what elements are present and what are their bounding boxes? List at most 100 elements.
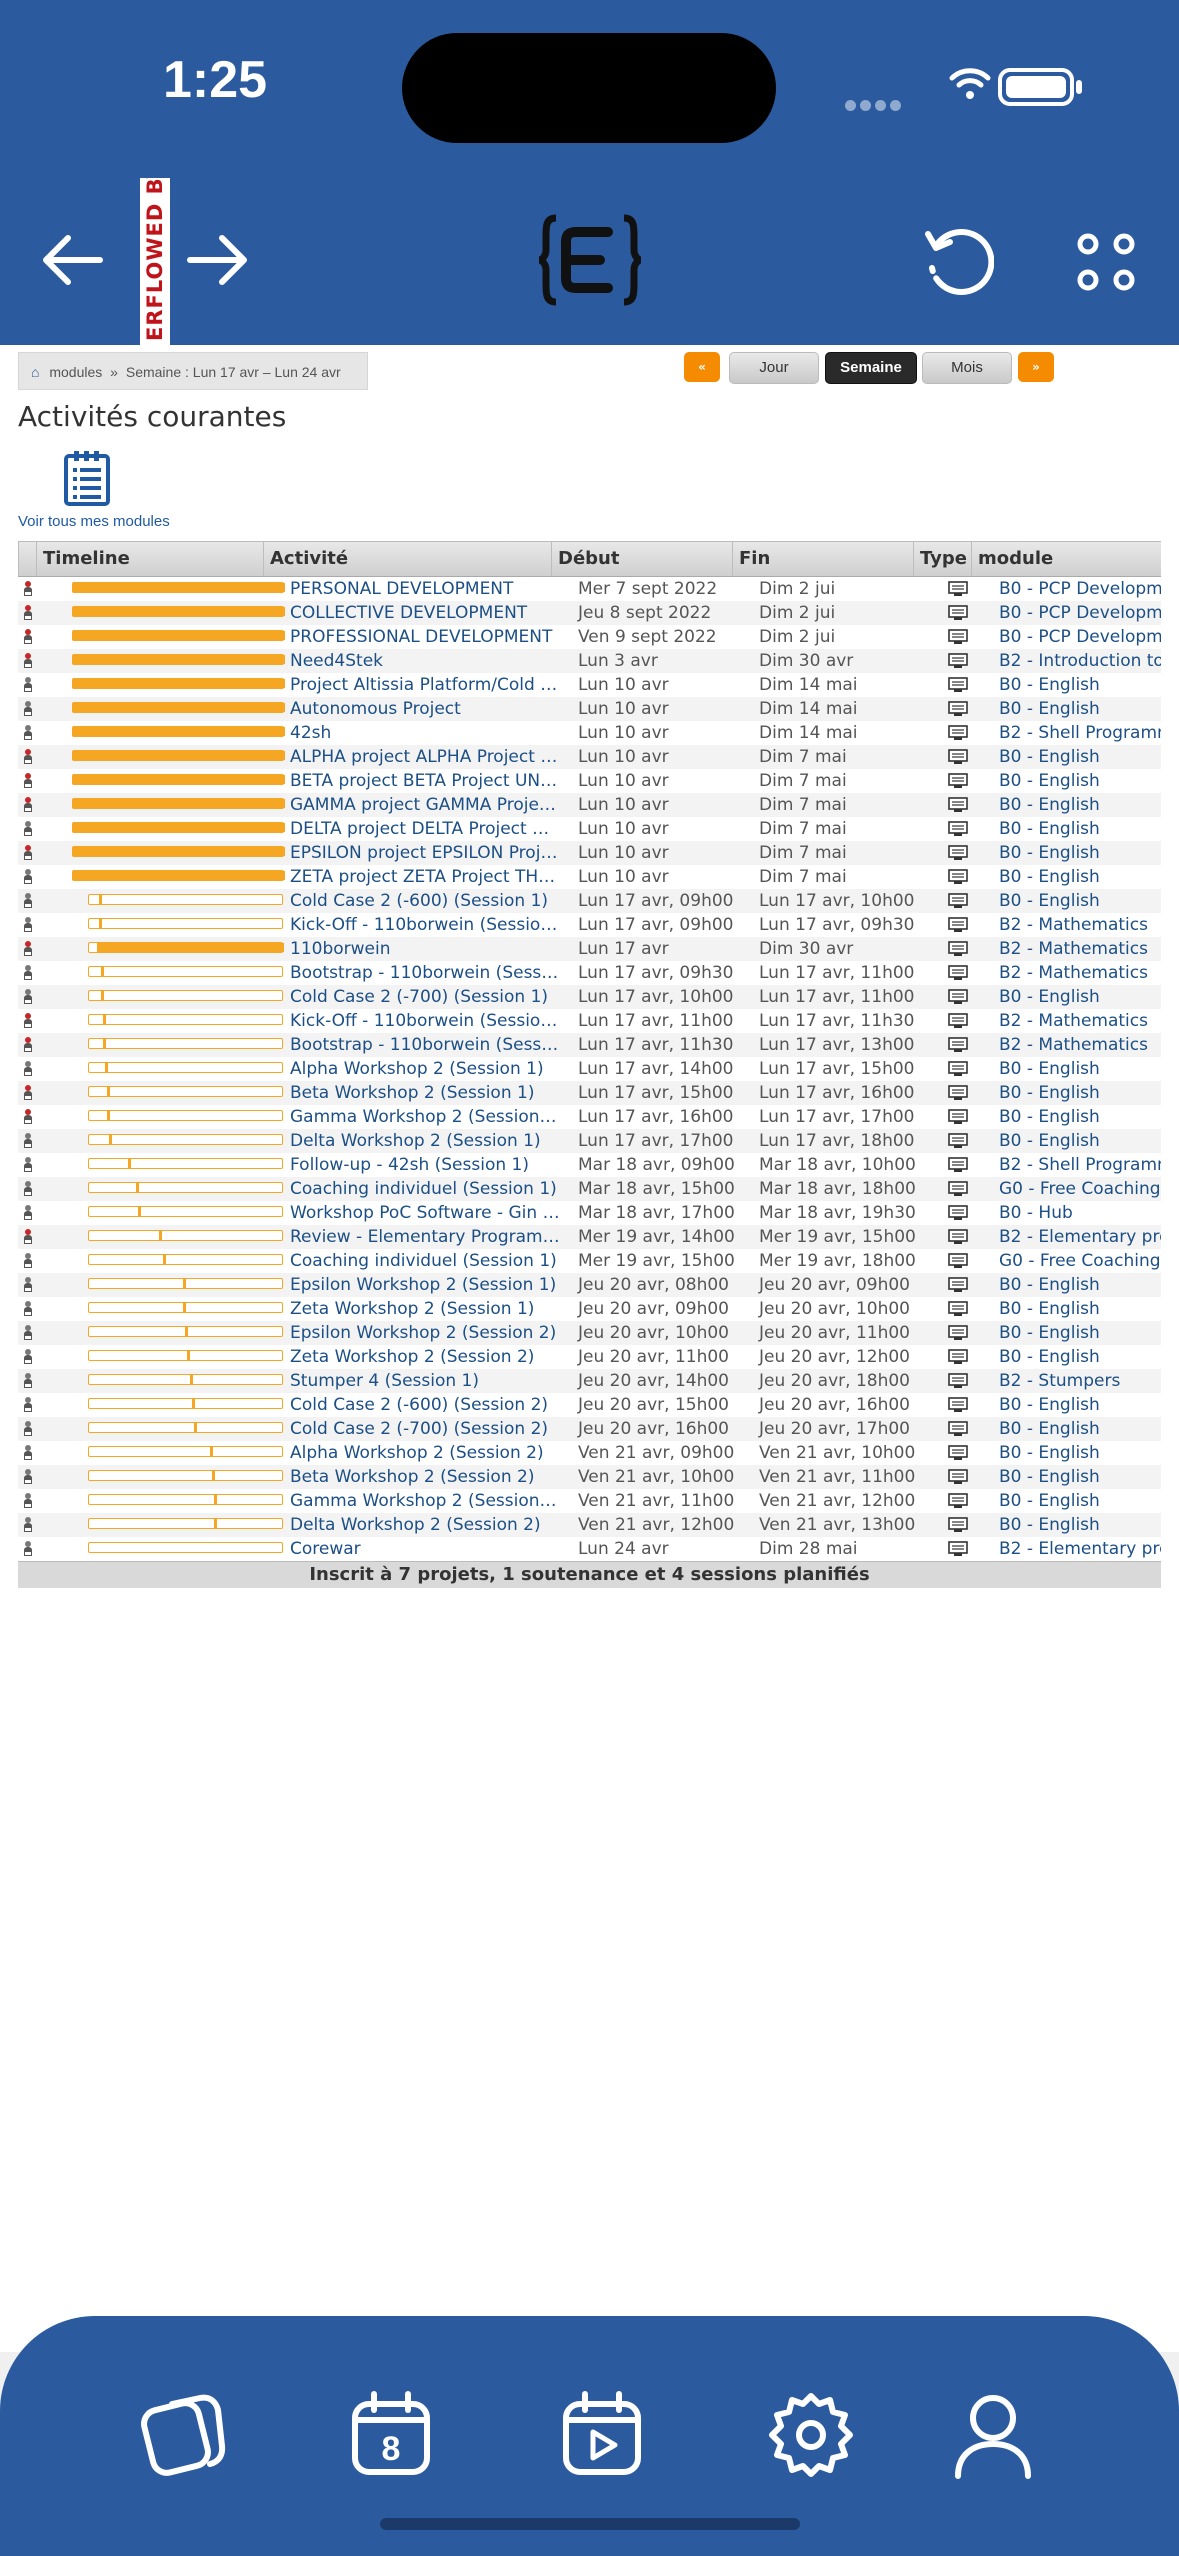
module-link[interactable]: B0 - English (999, 817, 1100, 841)
forward-arrow-icon[interactable] (186, 235, 250, 285)
activity-link[interactable]: EPSILON project EPSILON Proje... (290, 841, 560, 865)
activity-link[interactable]: COLLECTIVE DEVELOPMENT (290, 601, 560, 625)
module-link[interactable]: B0 - Hub (999, 1201, 1073, 1225)
activity-link[interactable]: Zeta Workshop 2 (Session 1) (290, 1297, 560, 1321)
header-end[interactable]: Fin (732, 542, 913, 576)
module-link[interactable]: B0 - English (999, 1129, 1100, 1153)
all-modules-link[interactable]: Voir tous mes modules (18, 513, 170, 530)
activity-link[interactable]: Project Altissia Platform/Cold ca... (290, 673, 560, 697)
activity-link[interactable]: Beta Workshop 2 (Session 2) (290, 1465, 560, 1489)
module-link[interactable]: B0 - English (999, 1345, 1100, 1369)
activity-link[interactable]: Delta Workshop 2 (Session 2) (290, 1513, 560, 1537)
month-view-button[interactable]: Mois (922, 352, 1012, 384)
activity-link[interactable]: Gamma Workshop 2 (Session 1) (290, 1105, 560, 1129)
module-link[interactable]: G0 - Free Coaching (999, 1249, 1161, 1273)
activity-link[interactable]: Delta Workshop 2 (Session 1) (290, 1129, 560, 1153)
module-link[interactable]: B2 - Shell Programm (999, 721, 1161, 745)
module-link[interactable]: B0 - English (999, 745, 1100, 769)
activity-link[interactable]: Kick-Off - 110borwein (Session ... (290, 913, 560, 937)
module-link[interactable]: B0 - English (999, 1465, 1100, 1489)
module-link[interactable]: B2 - Stumpers (999, 1369, 1120, 1393)
table-row[interactable]: Delta Workshop 2 (Session 2) Ven 21 avr, … (18, 1513, 1161, 1537)
activity-link[interactable]: Cold Case 2 (-700) (Session 1) (290, 985, 560, 1009)
activity-link[interactable]: Coaching individuel (Session 1) (290, 1177, 560, 1201)
table-row[interactable]: Need4Stek Lun 3 avr Dim 30 avr B2 - Introdu… (18, 649, 1161, 673)
activity-link[interactable]: Cold Case 2 (-600) (Session 2) (290, 1393, 560, 1417)
header-type[interactable]: Type (913, 542, 971, 576)
table-row[interactable]: Cold Case 2 (-600) (Session 1) Lun 17 avr… (18, 889, 1161, 913)
table-row[interactable]: GAMMA project GAMMA Project ... Lun 10 av… (18, 793, 1161, 817)
activity-link[interactable]: Kick-Off - 110borwein (Session ... (290, 1009, 560, 1033)
breadcrumb-modules[interactable]: modules (49, 364, 102, 380)
table-row[interactable]: Alpha Workshop 2 (Session 2) Ven 21 avr, … (18, 1441, 1161, 1465)
module-link[interactable]: B0 - English (999, 985, 1100, 1009)
module-link[interactable]: B0 - English (999, 1489, 1100, 1513)
activity-link[interactable]: Epsilon Workshop 2 (Session 2) (290, 1321, 560, 1345)
activity-link[interactable]: PROFESSIONAL DEVELOPMENT (290, 625, 560, 649)
activity-link[interactable]: ALPHA project ALPHA Project M... (290, 745, 560, 769)
header-module[interactable]: module (971, 542, 1161, 576)
table-row[interactable]: ALPHA project ALPHA Project M... Lun 10 a… (18, 745, 1161, 769)
header-start[interactable]: Début (551, 542, 732, 576)
table-row[interactable]: Stumper 4 (Session 1) Jeu 20 avr, 14h00 Je… (18, 1369, 1161, 1393)
module-link[interactable]: B0 - PCP Developme (999, 577, 1161, 601)
activity-link[interactable]: BETA project BETA Project UNIT... (290, 769, 560, 793)
module-link[interactable]: B0 - English (999, 1441, 1100, 1465)
person-icon[interactable] (948, 2390, 1038, 2480)
home-icon[interactable]: ⌂ (31, 364, 39, 380)
module-link[interactable]: B0 - English (999, 1297, 1100, 1321)
module-link[interactable]: B0 - English (999, 1057, 1100, 1081)
activity-link[interactable]: Corewar (290, 1537, 560, 1561)
module-link[interactable]: B0 - English (999, 1321, 1100, 1345)
gear-icon[interactable] (766, 2390, 856, 2480)
activity-link[interactable]: Alpha Workshop 2 (Session 2) (290, 1441, 560, 1465)
table-row[interactable]: DELTA project DELTA Project A ... Lun 10 … (18, 817, 1161, 841)
table-row[interactable]: Bootstrap - 110borwein (Sessio... Lun 17 … (18, 1033, 1161, 1057)
activity-link[interactable]: GAMMA project GAMMA Project ... (290, 793, 560, 817)
table-row[interactable]: Bootstrap - 110borwein (Sessio... Lun 17 … (18, 961, 1161, 985)
table-row[interactable]: Review - Elementary Programm... Mer 19 av… (18, 1225, 1161, 1249)
table-row[interactable]: Beta Workshop 2 (Session 1) Lun 17 avr, 1… (18, 1081, 1161, 1105)
table-row[interactable]: Zeta Workshop 2 (Session 2) Jeu 20 avr, 1… (18, 1345, 1161, 1369)
week-view-button[interactable]: Semaine (825, 352, 917, 384)
activity-link[interactable]: Cold Case 2 (-700) (Session 2) (290, 1417, 560, 1441)
table-row[interactable]: PROFESSIONAL DEVELOPMENT Ven 9 sept 2022 D… (18, 625, 1161, 649)
table-row[interactable]: Epsilon Workshop 2 (Session 1) Jeu 20 avr… (18, 1273, 1161, 1297)
table-row[interactable]: Beta Workshop 2 (Session 2) Ven 21 avr, 1… (18, 1465, 1161, 1489)
header-timeline[interactable]: Timeline (36, 542, 281, 576)
table-row[interactable]: Kick-Off - 110borwein (Session ... Lun 17… (18, 913, 1161, 937)
table-row[interactable]: 110borwein Lun 17 avr Dim 30 avr B2 - Mathe… (18, 937, 1161, 961)
table-row[interactable]: PERSONAL DEVELOPMENT Mer 7 sept 2022 Dim 2… (18, 577, 1161, 601)
module-link[interactable]: B0 - English (999, 1081, 1100, 1105)
header-activity[interactable]: Activité (263, 542, 556, 576)
activity-link[interactable]: Follow-up - 42sh (Session 1) (290, 1153, 560, 1177)
activity-link[interactable]: Bootstrap - 110borwein (Sessio... (290, 1033, 560, 1057)
activity-link[interactable]: Cold Case 2 (-600) (Session 1) (290, 889, 560, 913)
module-link[interactable]: B0 - PCP Developme (999, 625, 1161, 649)
module-link[interactable]: B2 - Mathematics (999, 937, 1148, 961)
module-link[interactable]: B0 - English (999, 697, 1100, 721)
table-row[interactable]: Autonomous Project Lun 10 avr Dim 14 mai B0… (18, 697, 1161, 721)
day-view-button[interactable]: Jour (729, 352, 819, 384)
activity-link[interactable]: 42sh (290, 721, 560, 745)
activity-link[interactable]: Coaching individuel (Session 1) (290, 1249, 560, 1273)
reload-icon[interactable] (922, 226, 994, 298)
activity-link[interactable]: DELTA project DELTA Project A ... (290, 817, 560, 841)
activity-link[interactable]: Zeta Workshop 2 (Session 2) (290, 1345, 560, 1369)
module-link[interactable]: B0 - English (999, 1513, 1100, 1537)
activity-link[interactable]: Epsilon Workshop 2 (Session 1) (290, 1273, 560, 1297)
back-arrow-icon[interactable] (40, 235, 104, 285)
table-row[interactable]: Corewar Lun 24 avr Dim 28 mai B2 - Elementa… (18, 1537, 1161, 1561)
table-row[interactable]: Gamma Workshop 2 (Session 2) Ven 21 avr, … (18, 1489, 1161, 1513)
table-row[interactable]: Cold Case 2 (-600) (Session 2) Jeu 20 avr… (18, 1393, 1161, 1417)
table-row[interactable]: Cold Case 2 (-700) (Session 2) Jeu 20 avr… (18, 1417, 1161, 1441)
table-row[interactable]: COLLECTIVE DEVELOPMENT Jeu 8 sept 2022 Dim… (18, 601, 1161, 625)
next-period-button[interactable]: » (1018, 352, 1054, 382)
module-link[interactable]: B0 - English (999, 841, 1100, 865)
table-row[interactable]: BETA project BETA Project UNIT... Lun 10 … (18, 769, 1161, 793)
activity-link[interactable]: 110borwein (290, 937, 560, 961)
activity-link[interactable]: Alpha Workshop 2 (Session 1) (290, 1057, 560, 1081)
table-row[interactable]: Coaching individuel (Session 1) Mer 19 av… (18, 1249, 1161, 1273)
table-row[interactable]: Follow-up - 42sh (Session 1) Mar 18 avr, … (18, 1153, 1161, 1177)
activity-link[interactable]: Review - Elementary Programm... (290, 1225, 560, 1249)
